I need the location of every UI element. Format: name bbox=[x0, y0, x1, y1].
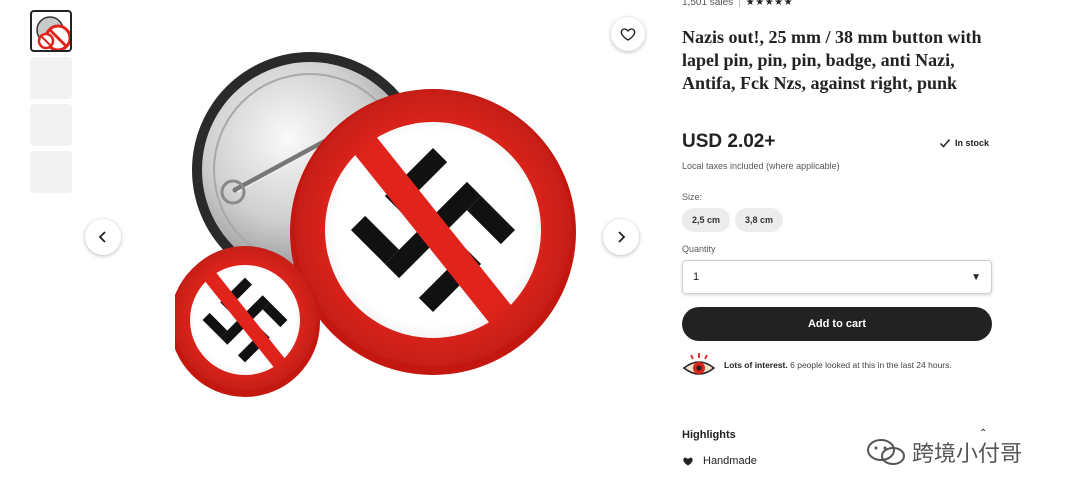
stock-label: In stock bbox=[955, 138, 990, 148]
product-title: Nazis out!, 25 mm / 38 mm button with la… bbox=[682, 27, 982, 93]
rating-stars[interactable]: ★★★★★ bbox=[746, 0, 793, 8]
highlights-heading: Highlights bbox=[682, 429, 736, 441]
thumbnail-image bbox=[36, 16, 70, 50]
size-option-25[interactable]: 2,5 cm bbox=[682, 208, 731, 232]
size-option-38[interactable]: 3,8 cm bbox=[735, 208, 784, 232]
chevron-right-icon bbox=[618, 231, 626, 243]
size-options: 2,5 cm 3,8 cm bbox=[682, 208, 784, 232]
interest-text: Lots of interest. 6 people looked at thi… bbox=[724, 360, 952, 370]
chevron-left-icon bbox=[98, 231, 106, 243]
image-gallery bbox=[80, 0, 650, 499]
thumbnail-3[interactable] bbox=[30, 104, 72, 146]
quantity-value: 1 bbox=[693, 271, 700, 283]
eye-icon bbox=[682, 353, 716, 375]
watermark: 跨境小付哥 bbox=[866, 436, 1022, 468]
product-price: USD 2.02+ bbox=[682, 131, 776, 152]
check-icon bbox=[939, 139, 951, 148]
wechat-icon bbox=[867, 439, 905, 465]
highlight-label: Handmade bbox=[703, 455, 757, 467]
hand-heart-icon bbox=[683, 457, 693, 466]
stock-status: In stock bbox=[939, 137, 989, 149]
thumbnail-1[interactable] bbox=[30, 10, 72, 52]
thumbnail-2[interactable] bbox=[30, 57, 72, 99]
previous-image-button[interactable] bbox=[85, 219, 121, 255]
heart-icon bbox=[620, 28, 636, 41]
thumbnail-strip bbox=[30, 10, 73, 198]
quantity-label: Quantity bbox=[682, 244, 716, 254]
interest-notice: Lots of interest. 6 people looked at thi… bbox=[682, 351, 952, 379]
taxes-note: Local taxes included (where applicable) bbox=[682, 161, 840, 171]
add-to-cart-button[interactable]: Add to cart bbox=[682, 307, 992, 341]
sales-summary: 1,501 sales | ★★★★★ bbox=[682, 0, 793, 8]
next-image-button[interactable] bbox=[603, 219, 639, 255]
sales-count: 1,501 sales bbox=[682, 0, 734, 8]
quantity-select[interactable]: 1 ▼ bbox=[682, 260, 992, 294]
separator: | bbox=[738, 0, 741, 8]
thumbnail-4[interactable] bbox=[30, 151, 72, 193]
caret-down-icon: ▼ bbox=[971, 271, 981, 283]
highlight-handmade: Handmade bbox=[682, 455, 757, 467]
size-label: Size: bbox=[682, 192, 703, 202]
product-image bbox=[175, 52, 576, 397]
favorite-button[interactable] bbox=[611, 17, 645, 51]
watermark-text: 跨境小付哥 bbox=[912, 441, 1023, 466]
